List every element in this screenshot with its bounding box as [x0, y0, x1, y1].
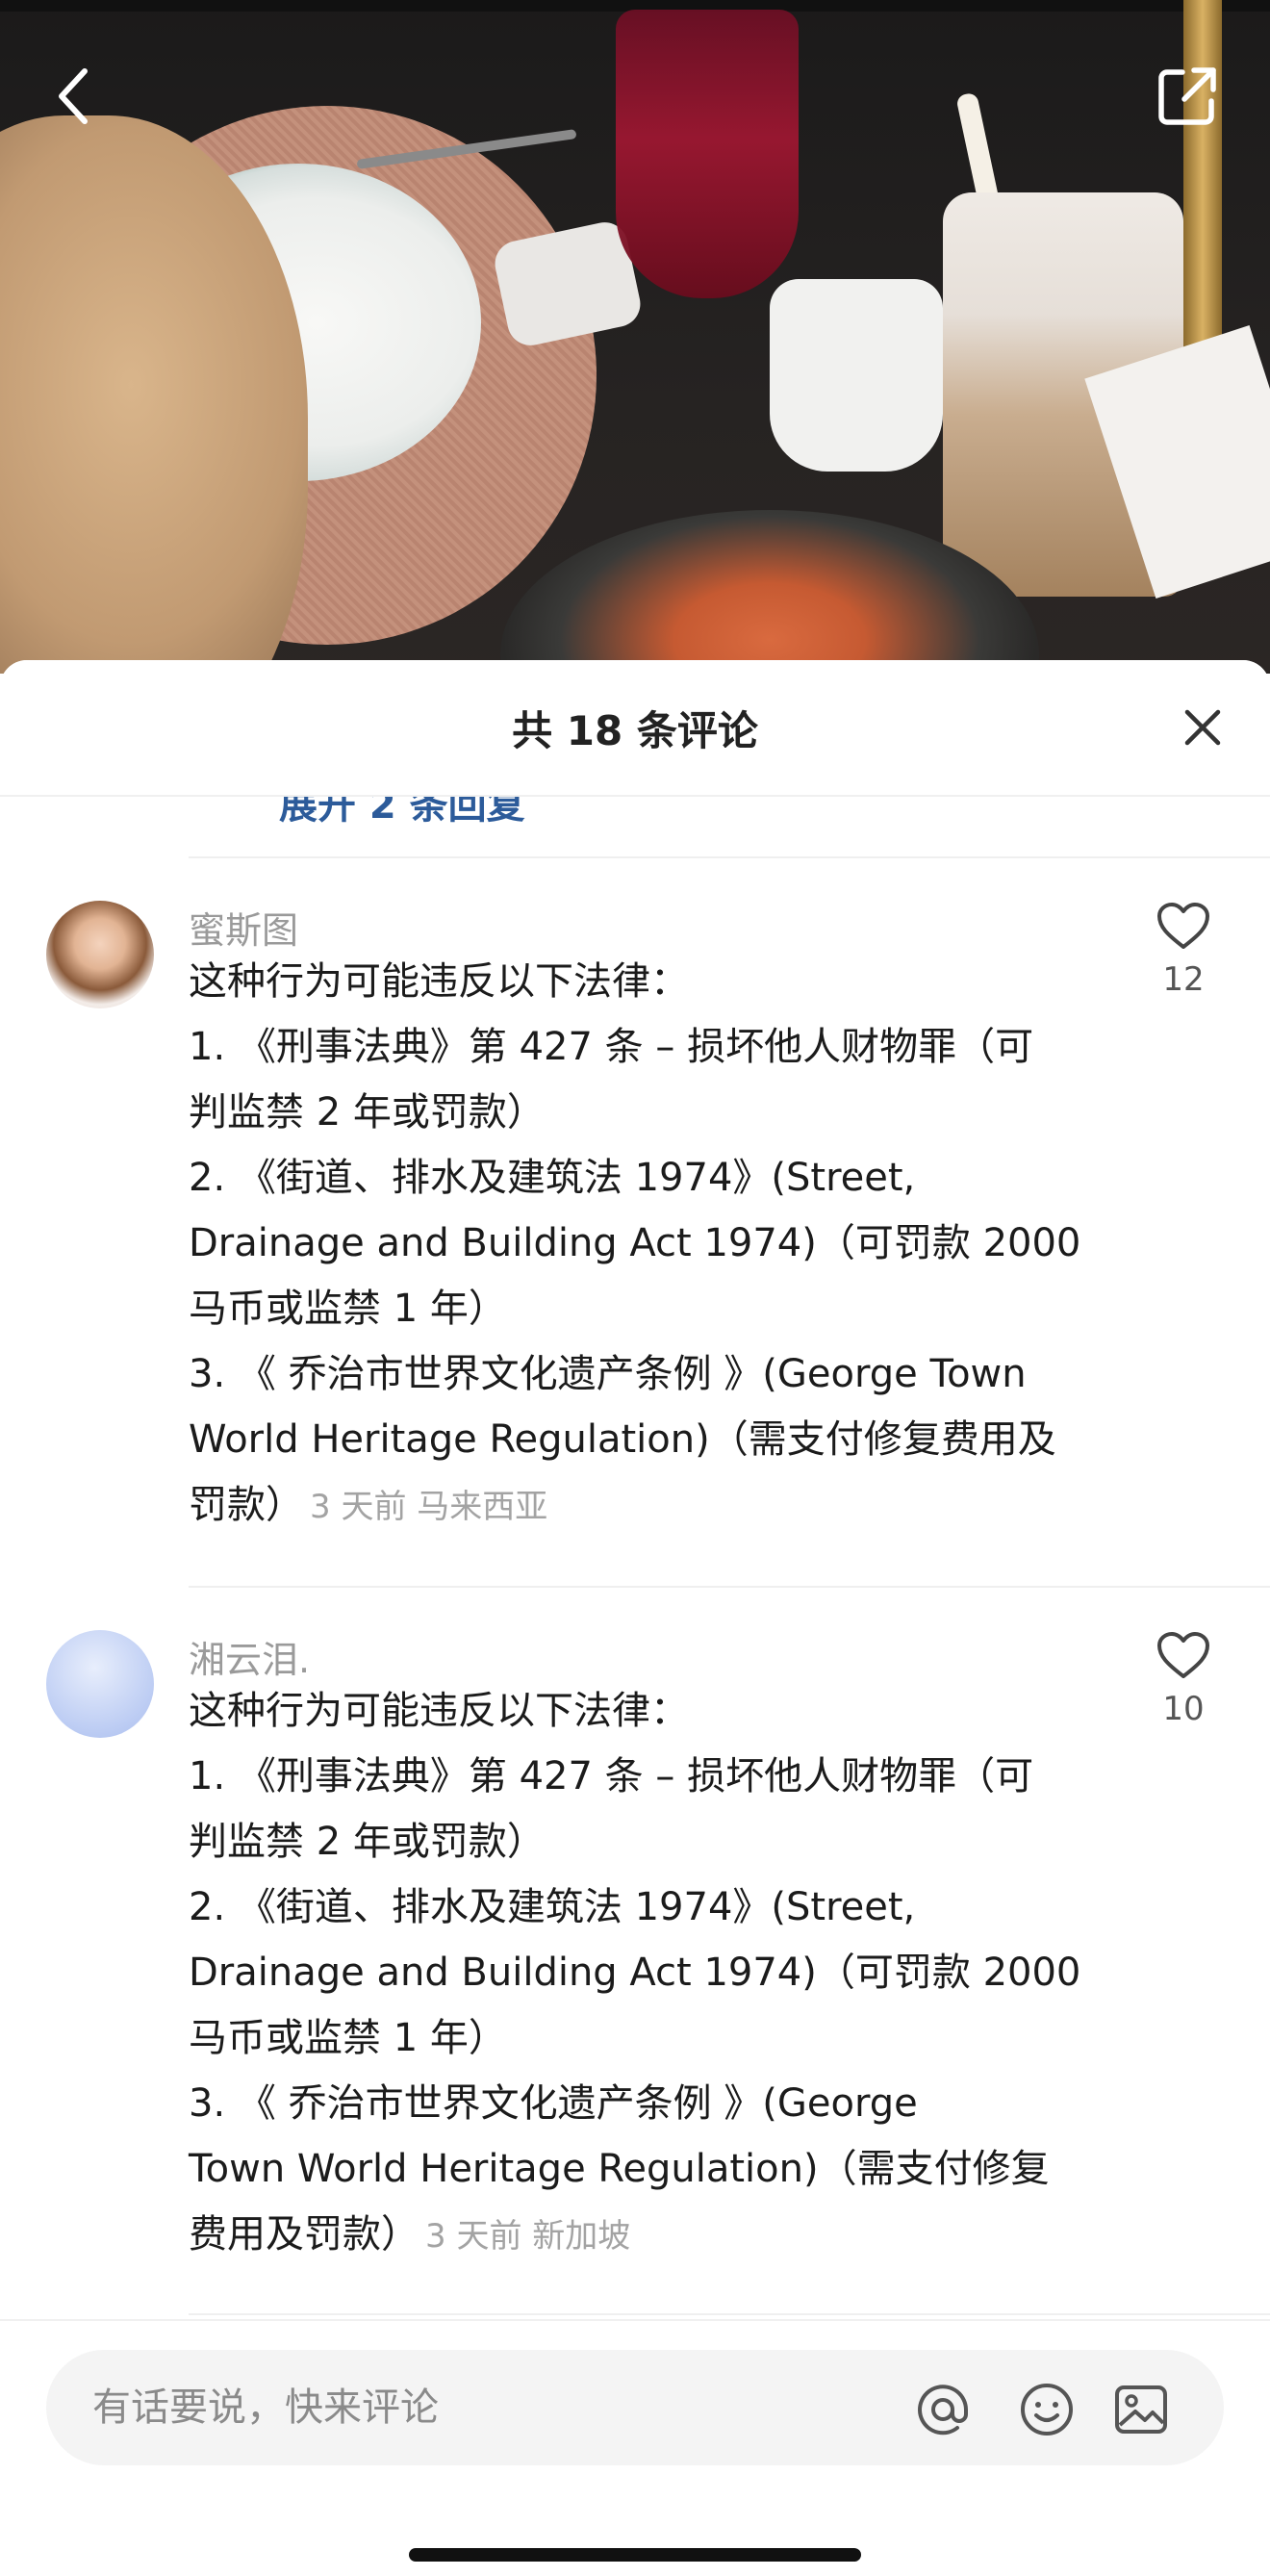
- comment-line: Drainage and Building Act 1974)（可罚款 2000: [189, 1951, 1081, 1995]
- comment-divider: [189, 2313, 1270, 2315]
- comment-username[interactable]: 蜜斯图: [189, 901, 298, 954]
- comment-line: 判监禁 2 年或罚款）: [189, 1820, 546, 1864]
- comment-divider: [189, 1586, 1270, 1588]
- comment-line: Drainage and Building Act 1974)（可罚款 2000: [189, 1221, 1081, 1265]
- comment-input-bar: [0, 2319, 1270, 2576]
- comment-divider: [189, 856, 1270, 858]
- comment-line: 马币或监禁 1 年）: [189, 1287, 507, 1331]
- comment-line: 这种行为可能违反以下法律：: [189, 959, 689, 1004]
- heart-outline-icon: [1157, 903, 1209, 949]
- share-button[interactable]: [1149, 58, 1226, 135]
- comment-line: Town World Heritage Regulation)（需支付修复: [189, 2147, 1050, 2191]
- post-photo: [0, 0, 1270, 674]
- like-count: 10: [1162, 1690, 1205, 1728]
- comment-line: 1. 《刑事法典》第 427 条 – 损坏他人财物罪（可: [189, 1754, 1034, 1798]
- comment-line: 2. 《街道、排水及建筑法 1974》(Street,: [189, 1156, 916, 1200]
- close-button[interactable]: [1174, 699, 1232, 756]
- heart-outline-icon: [1157, 1632, 1209, 1678]
- comment-sheet: 共 18 条评论 展开 2 条回复 蜜斯图 这种行为可能违反以下法律： 1. 《…: [0, 660, 1270, 2574]
- at-sign-icon: [918, 2385, 968, 2436]
- comment-text: 这种行为可能违反以下法律： 1. 《刑事法典》第 427 条 – 损坏他人财物罪…: [189, 1678, 1131, 2269]
- comment-meta: 3 天前 新加坡: [425, 2217, 631, 2256]
- mention-button[interactable]: [912, 2379, 974, 2440]
- image-icon: [1115, 2385, 1167, 2434]
- comment-line: 3. 《 乔治市世界文化遗产条例 》(George Town: [189, 1352, 1027, 1396]
- photo-red-glass: [616, 10, 799, 298]
- comment-input-container[interactable]: [46, 2350, 1224, 2465]
- comment-text: 这种行为可能违反以下法律： 1. 《刑事法典》第 427 条 – 损坏他人财物罪…: [189, 949, 1131, 1540]
- comment-line-text: 费用及罚款）: [189, 2212, 419, 2257]
- comment-username[interactable]: 湘云泪.: [189, 1630, 310, 1683]
- avatar[interactable]: [46, 901, 154, 1008]
- comment-line: 判监禁 2 年或罚款）: [189, 1090, 546, 1135]
- smiley-icon: [1021, 2384, 1073, 2436]
- comment-meta: 3 天前 马来西亚: [310, 1488, 548, 1526]
- home-indicator[interactable]: [409, 2548, 861, 2562]
- comment-input[interactable]: [90, 2385, 864, 2431]
- like-button[interactable]: 10: [1145, 1630, 1222, 1728]
- comment-line: 1. 《刑事法典》第 427 条 – 损坏他人财物罪（可: [189, 1025, 1034, 1069]
- photo-pitcher: [770, 279, 943, 472]
- chevron-left-icon: [59, 68, 88, 124]
- comment-line: 2. 《街道、排水及建筑法 1974》(Street,: [189, 1885, 916, 1929]
- back-button[interactable]: [35, 58, 112, 135]
- like-button[interactable]: 12: [1145, 901, 1222, 999]
- comment-line: World Heritage Regulation)（需支付修复费用及: [189, 1417, 1056, 1462]
- comment-line: 罚款） 3 天前 马来西亚: [189, 1472, 1131, 1540]
- comment-line-text: 罚款）: [189, 1483, 304, 1527]
- comment-line: 3. 《 乔治市世界文化遗产条例 》(George: [189, 2081, 918, 2126]
- comment-count-title: 共 18 条评论: [512, 706, 758, 754]
- like-count: 12: [1162, 960, 1205, 999]
- avatar[interactable]: [46, 1630, 154, 1738]
- share-external-icon: [1158, 67, 1216, 125]
- comment-sheet-header: 共 18 条评论: [0, 660, 1270, 797]
- comment-line: 费用及罚款） 3 天前 新加坡: [189, 2202, 1131, 2269]
- emoji-button[interactable]: [1016, 2379, 1078, 2440]
- image-button[interactable]: [1110, 2379, 1172, 2440]
- comment-line: 马币或监禁 1 年）: [189, 2016, 507, 2060]
- close-icon: [1184, 709, 1221, 746]
- comment-line: 这种行为可能违反以下法律：: [189, 1689, 689, 1733]
